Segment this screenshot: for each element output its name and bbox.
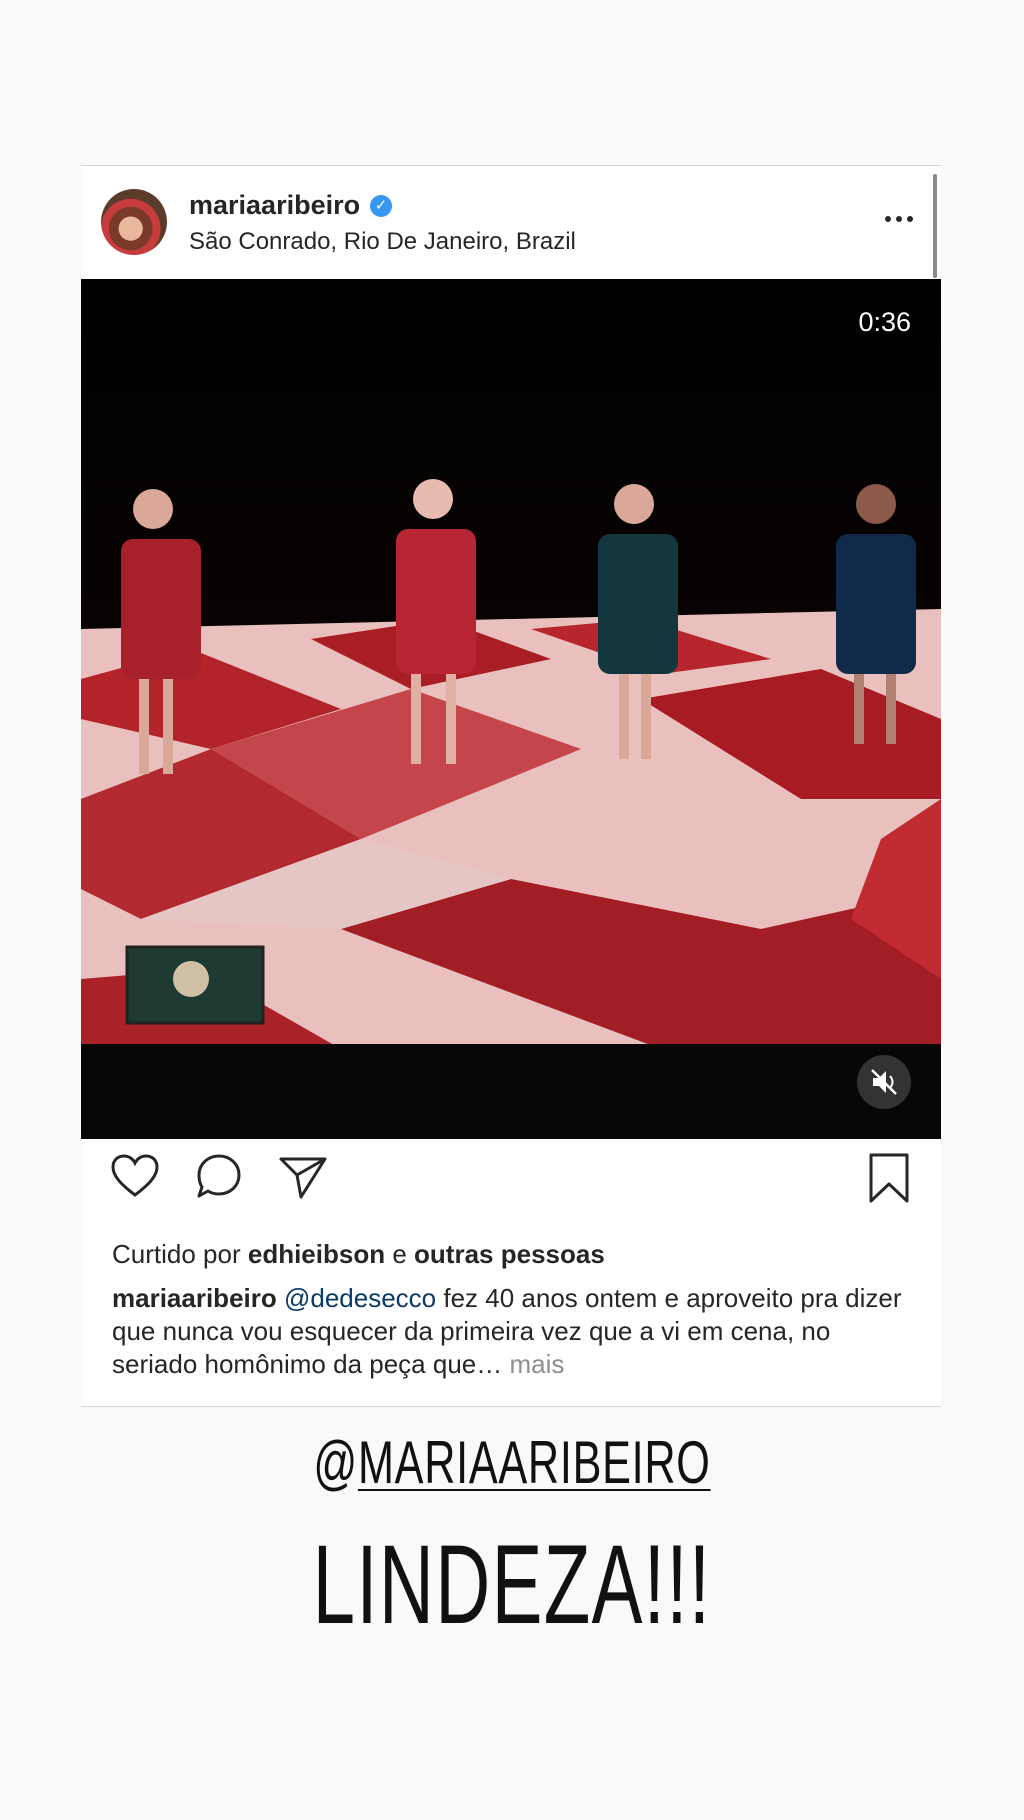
heart-icon[interactable] <box>109 1151 161 1203</box>
username-row: mariaaribeiro ✓ <box>189 190 393 221</box>
liked-by-text[interactable]: Curtido por edhieibson e outras pessoas <box>112 1239 605 1270</box>
video-frame <box>81 279 941 1139</box>
story-text: LINDEZA!!! <box>312 1522 712 1647</box>
bookmark-icon[interactable] <box>865 1151 913 1205</box>
mention-name: MARIAARIBEIRO <box>357 1429 711 1496</box>
caption-username[interactable]: mariaaribeiro <box>112 1283 277 1313</box>
more-options-icon[interactable] <box>885 216 913 222</box>
send-icon[interactable] <box>277 1151 329 1203</box>
post-header: mariaaribeiro ✓ São Conrado, Rio De Jane… <box>81 166 941 278</box>
video-timer: 0:36 <box>858 307 911 337</box>
muted-speaker-icon[interactable] <box>857 1055 911 1109</box>
post-actions-bar <box>81 1151 941 1241</box>
video-player[interactable]: 0:36 <box>81 279 941 1139</box>
liked-by-prefix: Curtido por <box>112 1239 241 1269</box>
post-caption: mariaaribeiro @dedesecco fez 40 anos ont… <box>112 1282 912 1381</box>
caption-more-link[interactable]: mais <box>509 1349 564 1379</box>
liked-by-user[interactable]: edhieibson <box>248 1239 385 1269</box>
caption-mention[interactable]: @dedesecco <box>284 1283 436 1313</box>
verified-badge-icon: ✓ <box>370 194 393 217</box>
story-mention-sticker[interactable]: @MARIAARIBEIRO <box>143 1428 880 1497</box>
liked-by-connector: e <box>392 1239 407 1269</box>
comment-icon[interactable] <box>193 1151 245 1203</box>
post-location[interactable]: São Conrado, Rio De Janeiro, Brazil <box>189 228 576 256</box>
liked-by-others[interactable]: outras pessoas <box>414 1239 605 1269</box>
mention-at: @ <box>313 1429 358 1496</box>
avatar[interactable] <box>101 189 167 255</box>
instagram-post-card: mariaaribeiro ✓ São Conrado, Rio De Jane… <box>81 165 941 1407</box>
post-username[interactable]: mariaaribeiro <box>189 190 360 221</box>
